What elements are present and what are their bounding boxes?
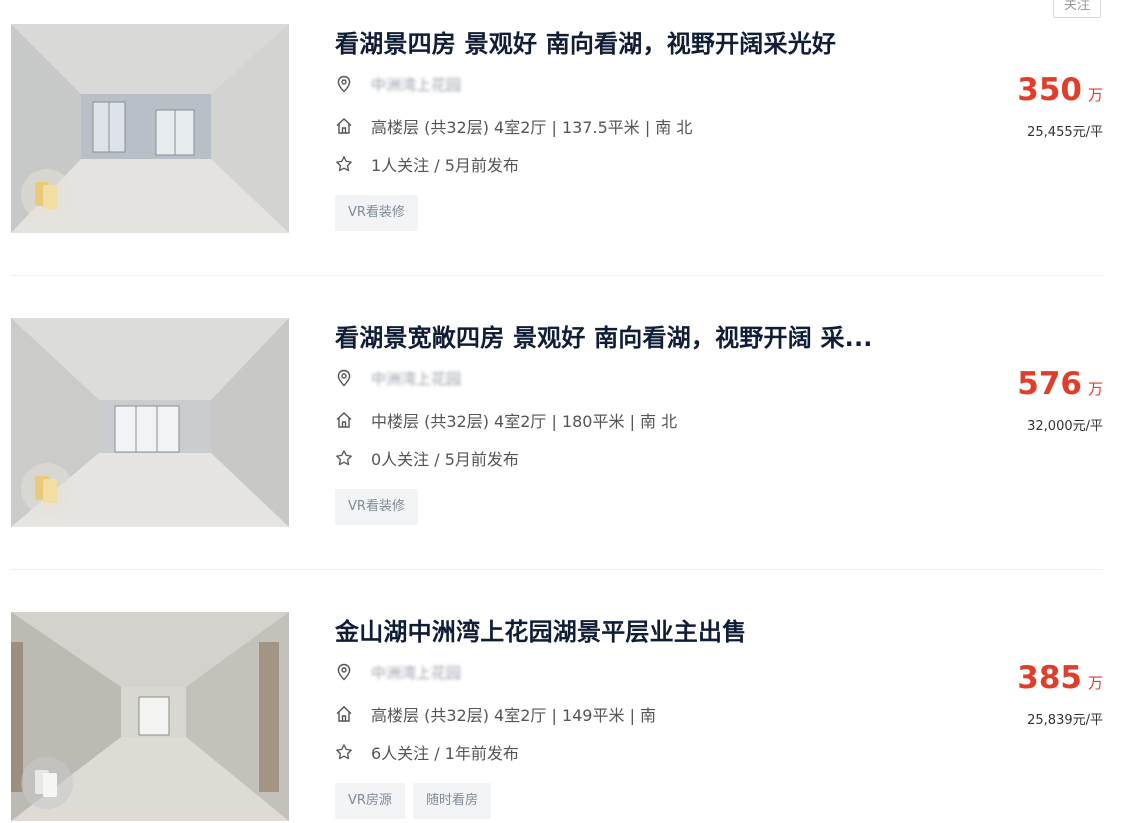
unit-price: 25,455元/平 xyxy=(1027,125,1103,140)
community-link[interactable]: 中洲湾上花园 xyxy=(371,368,461,389)
total-price: 350 万 xyxy=(1017,72,1103,108)
price-unit: 万 xyxy=(1087,86,1103,104)
listing-photo[interactable] xyxy=(11,318,289,527)
community-row: 中洲湾上花园 xyxy=(335,367,461,389)
divider xyxy=(11,569,1103,570)
price-value: 350 xyxy=(1017,72,1082,108)
community-row: 中洲湾上花园 xyxy=(335,73,461,95)
listing-title[interactable]: 看湖景四房 景观好 南向看湖，视野开阔采光好 xyxy=(335,24,836,59)
star-icon xyxy=(336,744,352,760)
community-row: 中洲湾上花园 xyxy=(335,661,461,683)
tag-list: VR看装修 xyxy=(335,489,418,525)
location-pin-icon xyxy=(337,75,351,93)
community-link[interactable]: 中洲湾上花园 xyxy=(371,662,461,683)
house-info-row: 中楼层 (共32层) 4室2厅 | 180平米 | 南 北 xyxy=(335,409,677,431)
unit-price: 25,839元/平 xyxy=(1027,713,1103,728)
tag-list: VR房源 随时看房 xyxy=(335,783,491,819)
house-icon xyxy=(336,118,352,134)
total-price: 385 万 xyxy=(1017,660,1103,696)
tag-list: VR看装修 xyxy=(335,195,418,231)
follow-info-row: 6人关注 / 1年前发布 xyxy=(335,741,519,763)
listing-photo[interactable] xyxy=(11,612,289,821)
vr-cards-icon xyxy=(21,169,73,221)
house-info: 中楼层 (共32层) 4室2厅 | 180平米 | 南 北 xyxy=(371,412,678,431)
location-pin-icon xyxy=(337,369,351,387)
follow-info: 0人关注 / 5月前发布 xyxy=(371,450,519,469)
price-unit: 万 xyxy=(1087,380,1103,398)
listing-title[interactable]: 金山湖中洲湾上花园湖景平层业主出售 xyxy=(335,612,746,647)
price-unit: 万 xyxy=(1087,674,1103,692)
follow-info-row: 1人关注 / 5月前发布 xyxy=(335,153,519,175)
house-icon xyxy=(336,706,352,722)
location-pin-icon xyxy=(337,663,351,681)
star-icon xyxy=(336,450,352,466)
follow-info-row: 0人关注 / 5月前发布 xyxy=(335,447,519,469)
divider xyxy=(11,275,1103,276)
price-value: 385 xyxy=(1017,660,1082,696)
vr-cards-icon xyxy=(21,757,73,809)
house-info: 高楼层 (共32层) 4室2厅 | 137.5平米 | 南 北 xyxy=(371,118,693,137)
house-info-row: 高楼层 (共32层) 4室2厅 | 149平米 | 南 xyxy=(335,703,656,725)
price-value: 576 xyxy=(1017,366,1082,402)
listing-photo[interactable] xyxy=(11,24,289,233)
tag: 随时看房 xyxy=(412,783,491,819)
listing-card: 金山湖中洲湾上花园湖景平层业主出售 中洲湾上花园 高楼层 (共32层) 4室2厅… xyxy=(11,612,1103,821)
listing-card: 看湖景四房 景观好 南向看湖，视野开阔采光好 中洲湾上花园 高楼层 (共32层)… xyxy=(11,24,1103,233)
tag: VR房源 xyxy=(335,783,405,819)
tag: VR看装修 xyxy=(335,195,418,231)
house-info: 高楼层 (共32层) 4室2厅 | 149平米 | 南 xyxy=(371,706,657,725)
house-icon xyxy=(336,412,352,428)
listing-card: 看湖景宽敞四房 景观好 南向看湖，视野开阔 采... 中洲湾上花园 中楼层 (共… xyxy=(11,318,1103,527)
total-price: 576 万 xyxy=(1017,366,1103,402)
unit-price: 32,000元/平 xyxy=(1027,419,1103,434)
community-link[interactable]: 中洲湾上花园 xyxy=(371,74,461,95)
star-icon xyxy=(336,156,352,172)
tag: VR看装修 xyxy=(335,489,418,525)
follow-info: 6人关注 / 1年前发布 xyxy=(371,744,519,763)
listing-title[interactable]: 看湖景宽敞四房 景观好 南向看湖，视野开阔 采... xyxy=(335,318,873,353)
vr-cards-icon xyxy=(21,463,73,515)
follow-info: 1人关注 / 5月前发布 xyxy=(371,156,519,175)
house-info-row: 高楼层 (共32层) 4室2厅 | 137.5平米 | 南 北 xyxy=(335,115,692,137)
follow-button[interactable]: 关注 xyxy=(1053,0,1101,18)
listing-page: 关注 看湖景四房 景观好 南向看湖，视野开阔采光好 中洲湾上花园 高楼层 (共3… xyxy=(0,0,1126,823)
